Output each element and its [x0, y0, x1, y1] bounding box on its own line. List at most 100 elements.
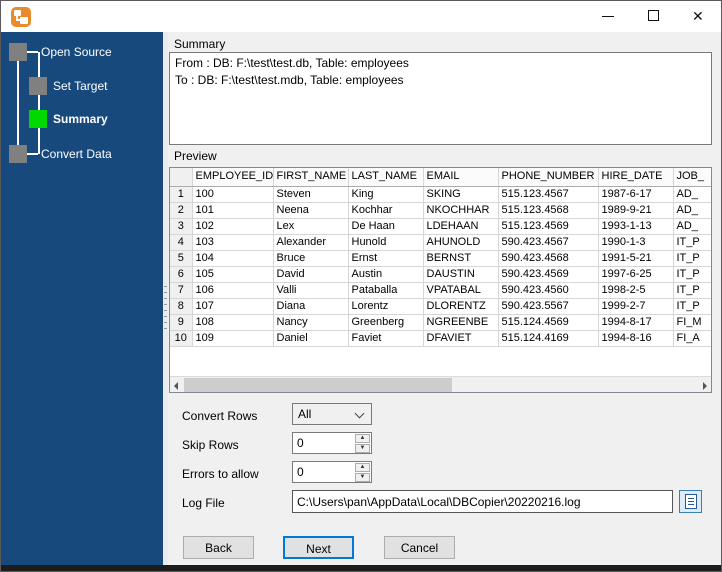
table-cell[interactable]: Lex	[273, 218, 349, 235]
table-cell[interactable]: David	[273, 266, 349, 283]
table-cell[interactable]: AD_	[673, 186, 711, 203]
table-cell[interactable]: DAUSTIN	[423, 266, 499, 283]
row-number[interactable]: 2	[170, 202, 193, 219]
log-file-browse-button[interactable]	[679, 490, 702, 513]
table-cell[interactable]: 103	[192, 234, 274, 251]
table-cell[interactable]: BERNST	[423, 250, 499, 267]
scrollbar-thumb[interactable]	[184, 378, 452, 392]
table-cell[interactable]: SKING	[423, 186, 499, 203]
table-cell[interactable]: 107	[192, 298, 274, 315]
column-header[interactable]: PHONE_NUMBER	[498, 168, 599, 187]
table-cell[interactable]: 108	[192, 314, 274, 331]
table-cell[interactable]: 109	[192, 330, 274, 347]
table-cell[interactable]: LDEHAAN	[423, 218, 499, 235]
table-cell[interactable]: 106	[192, 282, 274, 299]
table-cell[interactable]: AHUNOLD	[423, 234, 499, 251]
table-cell[interactable]: 590.423.4569	[498, 266, 599, 283]
table-cell[interactable]: 1994-8-17	[598, 314, 674, 331]
table-cell[interactable]: 515.123.4569	[498, 218, 599, 235]
table-cell[interactable]: Daniel	[273, 330, 349, 347]
table-cell[interactable]: AD_	[673, 202, 711, 219]
table-row[interactable]: 7 106 Valli Pataballa VPATABAL 590.423.4560 19…	[170, 282, 711, 299]
table-cell[interactable]: Alexander	[273, 234, 349, 251]
row-header-corner[interactable]	[170, 168, 193, 187]
table-cell[interactable]: Valli	[273, 282, 349, 299]
table-cell[interactable]: DFAVIET	[423, 330, 499, 347]
table-cell[interactable]: Faviet	[348, 330, 424, 347]
table-cell[interactable]: 1990-1-3	[598, 234, 674, 251]
row-number[interactable]: 10	[170, 330, 193, 347]
table-cell[interactable]: 515.124.4569	[498, 314, 599, 331]
table-cell[interactable]: 515.124.4169	[498, 330, 599, 347]
row-number[interactable]: 7	[170, 282, 193, 299]
table-cell[interactable]: Nancy	[273, 314, 349, 331]
row-number[interactable]: 9	[170, 314, 193, 331]
close-button[interactable]: ✕	[686, 5, 712, 27]
table-cell[interactable]: DLORENTZ	[423, 298, 499, 315]
minimize-button[interactable]	[595, 5, 621, 27]
table-cell[interactable]: 590.423.5567	[498, 298, 599, 315]
table-cell[interactable]: De Haan	[348, 218, 424, 235]
column-header[interactable]: JOB_	[673, 168, 711, 187]
table-cell[interactable]: FI_A	[673, 330, 711, 347]
table-cell[interactable]: FI_M	[673, 314, 711, 331]
table-cell[interactable]: IT_P	[673, 298, 711, 315]
table-cell[interactable]: Ernst	[348, 250, 424, 267]
table-cell[interactable]: Bruce	[273, 250, 349, 267]
column-header[interactable]: LAST_NAME	[348, 168, 424, 187]
table-cell[interactable]: 1998-2-5	[598, 282, 674, 299]
table-cell[interactable]: 1997-6-25	[598, 266, 674, 283]
convert-rows-dropdown[interactable]: All	[292, 403, 372, 425]
skip-rows-stepper[interactable]: 0 ▲ ▼	[292, 432, 372, 454]
table-cell[interactable]: 1999-2-7	[598, 298, 674, 315]
table-cell[interactable]: Kochhar	[348, 202, 424, 219]
table-cell[interactable]: Greenberg	[348, 314, 424, 331]
scroll-left-button[interactable]	[170, 377, 184, 392]
table-row[interactable]: 1 100 Steven King SKING 515.123.4567 1987-6-17…	[170, 186, 711, 203]
table-cell[interactable]: IT_P	[673, 250, 711, 267]
cancel-button[interactable]: Cancel	[384, 536, 455, 559]
table-cell[interactable]: 1991-5-21	[598, 250, 674, 267]
row-number[interactable]: 4	[170, 234, 193, 251]
table-cell[interactable]: IT_P	[673, 266, 711, 283]
table-cell[interactable]: VPATABAL	[423, 282, 499, 299]
next-button[interactable]: Next	[283, 536, 354, 559]
table-cell[interactable]: 1987-6-17	[598, 186, 674, 203]
table-cell[interactable]: 590.423.4567	[498, 234, 599, 251]
row-number[interactable]: 3	[170, 218, 193, 235]
table-cell[interactable]: 105	[192, 266, 274, 283]
row-number[interactable]: 6	[170, 266, 193, 283]
table-cell[interactable]: Steven	[273, 186, 349, 203]
errors-to-allow-stepper[interactable]: 0 ▲ ▼	[292, 461, 372, 483]
table-cell[interactable]: 1994-8-16	[598, 330, 674, 347]
table-cell[interactable]: IT_P	[673, 282, 711, 299]
table-cell[interactable]: Neena	[273, 202, 349, 219]
back-button[interactable]: Back	[183, 536, 254, 559]
log-file-input[interactable]	[292, 490, 673, 513]
table-cell[interactable]: 515.123.4567	[498, 186, 599, 203]
table-row[interactable]: 10 109 Daniel Faviet DFAVIET 515.124.4169 1994…	[170, 330, 711, 347]
scroll-right-button[interactable]	[697, 377, 711, 392]
table-cell[interactable]: NKOCHHAR	[423, 202, 499, 219]
table-cell[interactable]: 590.423.4560	[498, 282, 599, 299]
row-number[interactable]: 8	[170, 298, 193, 315]
table-row[interactable]: 6 105 David Austin DAUSTIN 590.423.4569 1997-6…	[170, 266, 711, 283]
table-cell[interactable]: Hunold	[348, 234, 424, 251]
table-cell[interactable]: 104	[192, 250, 274, 267]
row-number[interactable]: 1	[170, 186, 193, 203]
table-cell[interactable]: Diana	[273, 298, 349, 315]
table-row[interactable]: 5 104 Bruce Ernst BERNST 590.423.4568 1991-5-2…	[170, 250, 711, 267]
table-row[interactable]: 8 107 Diana Lorentz DLORENTZ 590.423.5567 1999…	[170, 298, 711, 315]
skip-rows-increment-button[interactable]: ▲	[355, 434, 370, 443]
errors-increment-button[interactable]: ▲	[355, 463, 370, 472]
column-header[interactable]: FIRST_NAME	[273, 168, 349, 187]
table-cell[interactable]: 590.423.4568	[498, 250, 599, 267]
table-row[interactable]: 3 102 Lex De Haan LDEHAAN 515.123.4569 1993-1-…	[170, 218, 711, 235]
horizontal-scrollbar[interactable]	[170, 376, 711, 392]
table-cell[interactable]: Pataballa	[348, 282, 424, 299]
table-row[interactable]: 4 103 Alexander Hunold AHUNOLD 590.423.4567 19…	[170, 234, 711, 251]
table-cell[interactable]: King	[348, 186, 424, 203]
column-header[interactable]: EMAIL	[423, 168, 499, 187]
table-cell[interactable]: NGREENBE	[423, 314, 499, 331]
table-cell[interactable]: 100	[192, 186, 274, 203]
